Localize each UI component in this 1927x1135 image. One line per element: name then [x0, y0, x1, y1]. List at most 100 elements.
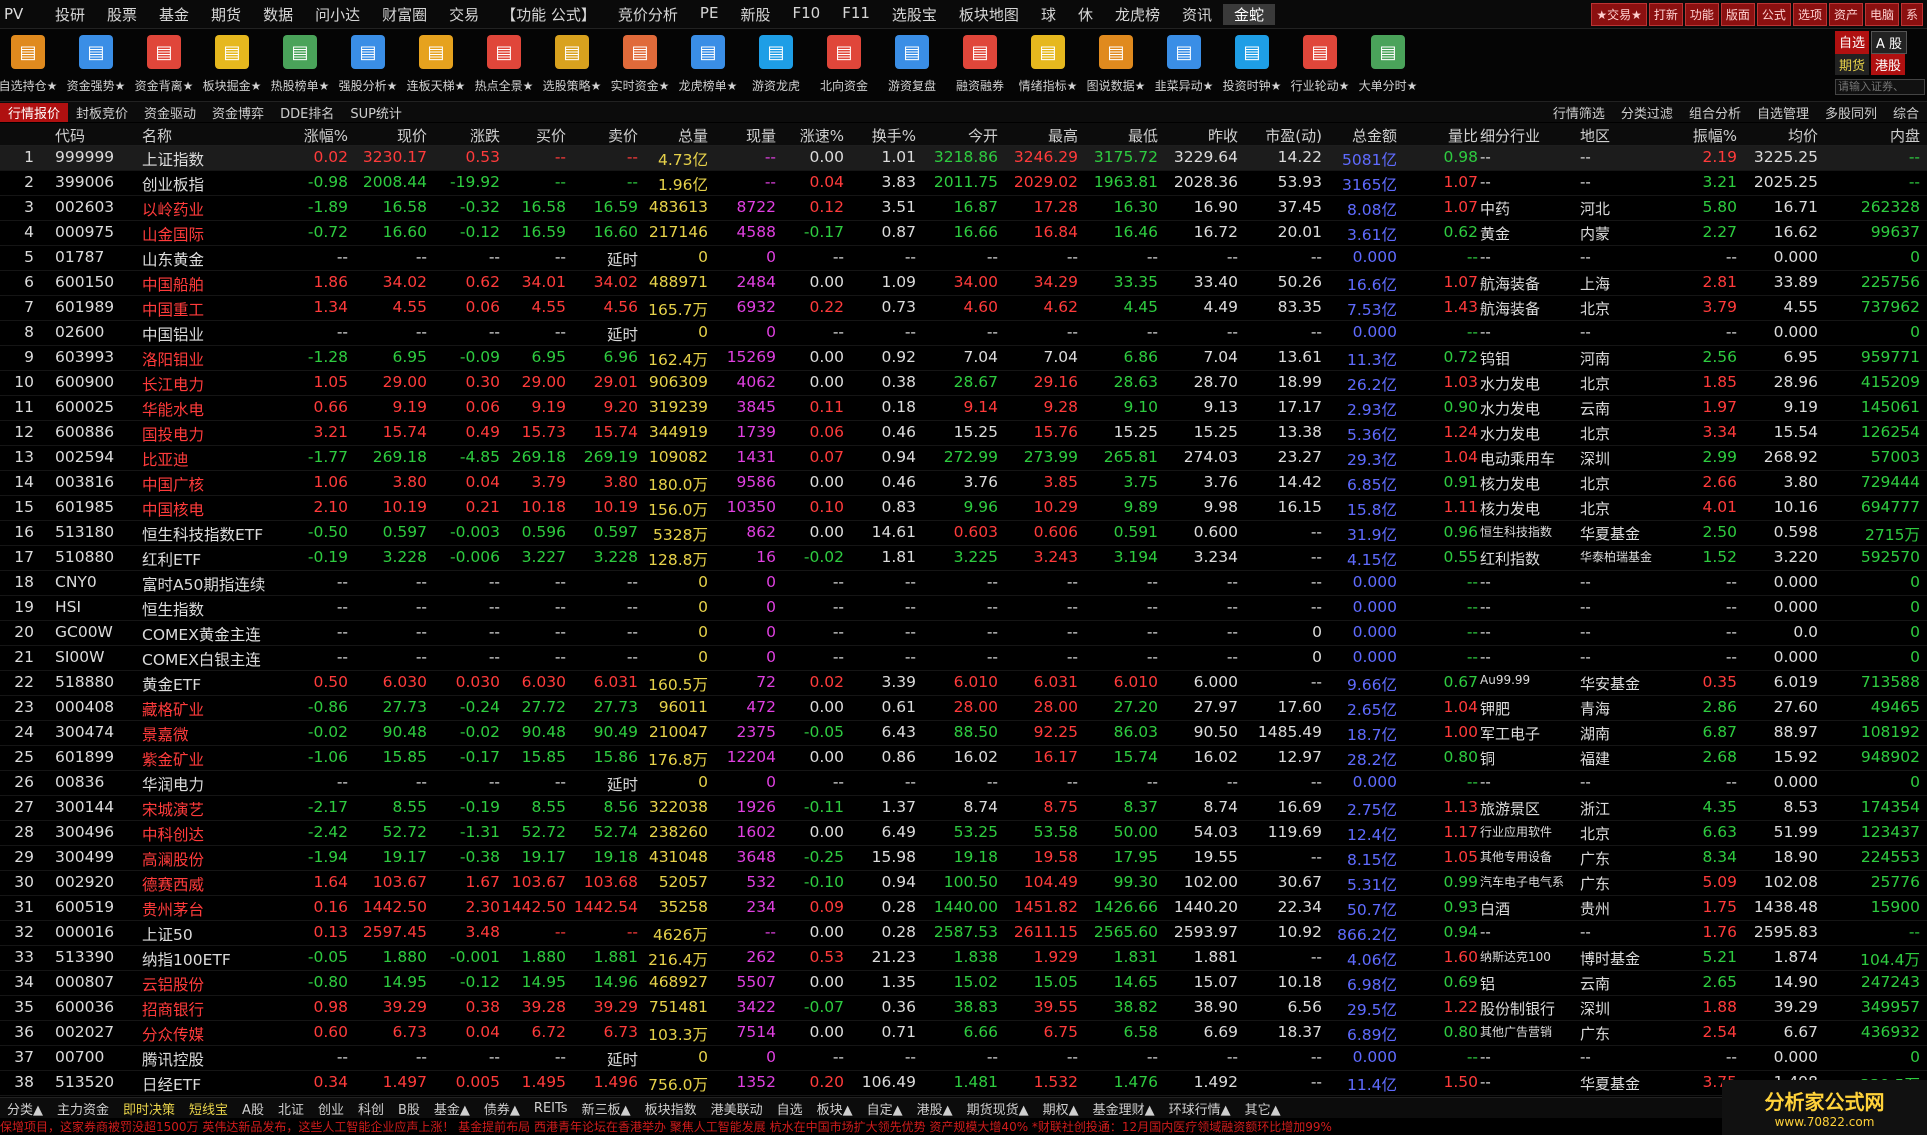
menu-item[interactable]: PE	[689, 4, 730, 25]
bottom-tab[interactable]: 基金理财▲	[1086, 1099, 1162, 1118]
menu-item[interactable]: F10	[781, 4, 831, 25]
table-row[interactable]: 14 003816 中国广核 1.06 3.80 0.04 3.79 3.80 180.0万 95…	[0, 471, 1927, 496]
column-header[interactable]: 最低	[1080, 125, 1158, 146]
futures-button[interactable]: 期货	[1835, 54, 1870, 75]
table-row[interactable]: 16 513180 恒生科技指数ETF -0.50 0.597 -0.003 0.596 0.…	[0, 521, 1927, 546]
column-header[interactable]: 细分行业	[1480, 125, 1578, 146]
column-header[interactable]: 现价	[355, 125, 427, 146]
table-row[interactable]: 21 SI00W COMEX白银主连 -- -- -- -- -- 0 0 -- -- -- -- -- --…	[0, 646, 1927, 671]
menu-item[interactable]: 交易	[438, 4, 490, 25]
table-row[interactable]: 13 002594 比亚迪 -1.77 269.18 -4.85 269.18 269.19 1…	[0, 446, 1927, 471]
top-right-button[interactable]: 电脑	[1864, 3, 1899, 26]
table-row[interactable]: 37 00700 腾讯控股 -- -- -- -- 延时 0 0 -- -- -- -- -- -- -- 0.0…	[0, 1046, 1927, 1071]
bottom-tab[interactable]: 基金▲	[427, 1099, 477, 1118]
table-row[interactable]: 32 000016 上证50 0.13 2597.45 3.48 -- -- 4626万 -- 0.…	[0, 921, 1927, 946]
menu-item[interactable]: 球	[1030, 4, 1067, 25]
table-row[interactable]: 1 999999 上证指数 0.02 3230.17 0.53 -- -- 4.73亿 -- 0.0…	[0, 146, 1927, 171]
column-header[interactable]: 涨跌	[430, 125, 500, 146]
column-header[interactable]: 市盈(动)	[1240, 125, 1322, 146]
menu-item[interactable]: 竞价分析	[607, 4, 689, 25]
table-row[interactable]: 19 HSI 恒生指数 -- -- -- -- -- 0 0 -- -- -- -- -- -- -- 0.000…	[0, 596, 1927, 621]
column-header[interactable]: 最高	[1000, 125, 1078, 146]
table-row[interactable]: 11 600025 华能水电 0.66 9.19 0.06 9.19 9.20 319239 38…	[0, 396, 1927, 421]
toolbar-button[interactable]: ▤ 选股策略★	[543, 29, 601, 101]
menu-item[interactable]: 财富圈	[371, 4, 438, 25]
subtab[interactable]: 资金驱动	[136, 103, 204, 122]
bottom-tab[interactable]: 债券▲	[477, 1099, 527, 1118]
subtab[interactable]: DDE排名	[272, 103, 342, 122]
column-header[interactable]: 内盘	[1820, 125, 1920, 146]
security-search-input[interactable]	[1835, 79, 1925, 95]
menu-item[interactable]: 新股	[729, 4, 781, 25]
a-share-button[interactable]: A 股	[1871, 31, 1908, 54]
table-row[interactable]: 18 CNY0 富时A50期指连续 -- -- -- -- -- 0 0 -- -- -- -- -- -- -…	[0, 571, 1927, 596]
subtab-right[interactable]: 自选管理	[1749, 103, 1817, 122]
column-header[interactable]: 均价	[1740, 125, 1818, 146]
table-row[interactable]: 10 600900 长江电力 1.05 29.00 0.30 29.00 29.01 90630…	[0, 371, 1927, 396]
toolbar-button[interactable]: ▤ 行业轮动★	[1291, 29, 1349, 101]
bottom-tab[interactable]: 期货现货▲	[960, 1099, 1036, 1118]
menu-item[interactable]: 资讯	[1171, 4, 1223, 25]
table-row[interactable]: 20 GC00W COMEX黄金主连 -- -- -- -- -- 0 0 -- -- -- -- -- --…	[0, 621, 1927, 646]
table-row[interactable]: 15 601985 中国核电 2.10 10.19 0.21 10.18 10.19 156.0…	[0, 496, 1927, 521]
table-row[interactable]: 6 600150 中国船舶 1.86 34.02 0.62 34.01 34.02 488971…	[0, 271, 1927, 296]
toolbar-button[interactable]: ▤ 大单分时★	[1359, 29, 1417, 101]
top-right-button[interactable]: 系	[1900, 3, 1923, 26]
table-row[interactable]: 30 002920 德赛西威 1.64 103.67 1.67 103.67 103.68 52…	[0, 871, 1927, 896]
table-row[interactable]: 4 000975 山金国际 -0.72 16.60 -0.12 16.59 16.60 2171…	[0, 221, 1927, 246]
table-row[interactable]: 2 399006 创业板指 -0.98 2008.44 -19.92 -- -- 1.96亿 --…	[0, 171, 1927, 196]
toolbar-button[interactable]: ▤ 融资融券	[952, 29, 1008, 101]
top-right-button[interactable]: 打新	[1648, 3, 1683, 26]
toolbar-button[interactable]: ▤ 热股榜单★	[271, 29, 329, 101]
column-header[interactable]: 量比	[1400, 125, 1478, 146]
bottom-tab[interactable]: 北证	[271, 1099, 311, 1118]
bottom-tab[interactable]: 短线宝	[182, 1099, 235, 1118]
menu-item[interactable]: 【功能 公式】	[490, 4, 607, 25]
toolbar-button[interactable]: ▤ 图说数据★	[1087, 29, 1145, 101]
table-row[interactable]: 9 603993 洛阳钼业 -1.28 6.95 -0.09 6.95 6.96 162.4万 1…	[0, 346, 1927, 371]
toolbar-button[interactable]: ▤ 游资龙虎	[748, 29, 804, 101]
bottom-tab[interactable]: 自定▲	[860, 1099, 910, 1118]
bottom-tab[interactable]: 分类▲	[0, 1099, 50, 1118]
bottom-tab[interactable]: 自选	[770, 1099, 810, 1118]
table-row[interactable]: 34 000807 云铝股份 -0.80 14.95 -0.12 14.95 14.96 468…	[0, 971, 1927, 996]
menu-item[interactable]: F11	[831, 4, 881, 25]
menu-item[interactable]: 基金	[148, 4, 200, 25]
table-row[interactable]: 33 513390 纳指100ETF -0.05 1.880 -0.001 1.880 1.8…	[0, 946, 1927, 971]
column-header[interactable]: 今开	[920, 125, 998, 146]
bottom-tab[interactable]: 板块▲	[810, 1099, 860, 1118]
subtab[interactable]: 封板竞价	[68, 103, 136, 122]
menu-item[interactable]: 股票	[96, 4, 148, 25]
table-row[interactable]: 5 01787 山东黄金 -- -- -- -- 延时 0 0 -- -- -- -- -- -- -- 0.00…	[0, 246, 1927, 271]
menu-item[interactable]: 期货	[200, 4, 252, 25]
table-row[interactable]: 35 600036 招商银行 0.98 39.29 0.38 39.28 39.29 75148…	[0, 996, 1927, 1021]
menu-item[interactable]: 龙虎榜	[1104, 4, 1171, 25]
toolbar-button[interactable]: ▤ 情绪指标★	[1019, 29, 1077, 101]
toolbar-button[interactable]: ▤ 资金强势★	[67, 29, 125, 101]
table-row[interactable]: 31 600519 贵州茅台 0.16 1442.50 2.30 1442.50 1442.5…	[0, 896, 1927, 921]
top-right-button[interactable]: ★交易★	[1591, 3, 1647, 26]
top-right-button[interactable]: 选项	[1792, 3, 1827, 26]
menu-item[interactable]: 投研	[44, 4, 96, 25]
column-header[interactable]: 涨速%	[778, 125, 844, 146]
table-row[interactable]: 17 510880 红利ETF -0.19 3.228 -0.006 3.227 3.228 1…	[0, 546, 1927, 571]
subtab-right[interactable]: 组合分析	[1681, 103, 1749, 122]
table-row[interactable]: 22 518880 黄金ETF 0.50 6.030 0.030 6.030 6.031 160…	[0, 671, 1927, 696]
bottom-tab[interactable]: B股	[391, 1099, 427, 1118]
top-right-button[interactable]: 公式	[1756, 3, 1791, 26]
bottom-tab[interactable]: 环球行情▲	[1162, 1099, 1238, 1118]
bottom-tab[interactable]: REITs	[527, 1101, 575, 1116]
column-header[interactable]: 总量	[640, 125, 708, 146]
bottom-tab[interactable]: 港股▲	[910, 1099, 960, 1118]
toolbar-button[interactable]: ▤ 连板天梯★	[407, 29, 465, 101]
menu-item[interactable]: 板块地图	[948, 4, 1030, 25]
zixuan-button[interactable]: 自选	[1835, 31, 1870, 54]
table-row[interactable]: 23 000408 藏格矿业 -0.86 27.73 -0.24 27.72 27.73 960…	[0, 696, 1927, 721]
table-row[interactable]: 12 600886 国投电力 3.21 15.74 0.49 15.73 15.74 34491…	[0, 421, 1927, 446]
subtab[interactable]: 行情报价	[0, 102, 69, 122]
top-right-button[interactable]: 版面	[1720, 3, 1755, 26]
table-row[interactable]: 7 601989 中国重工 1.34 4.55 0.06 4.55 4.56 165.7万 693…	[0, 296, 1927, 321]
bottom-tab[interactable]: 科创	[351, 1099, 391, 1118]
column-header[interactable]: 振幅%	[1665, 125, 1737, 146]
bottom-tab[interactable]: 板块指数	[638, 1099, 704, 1118]
